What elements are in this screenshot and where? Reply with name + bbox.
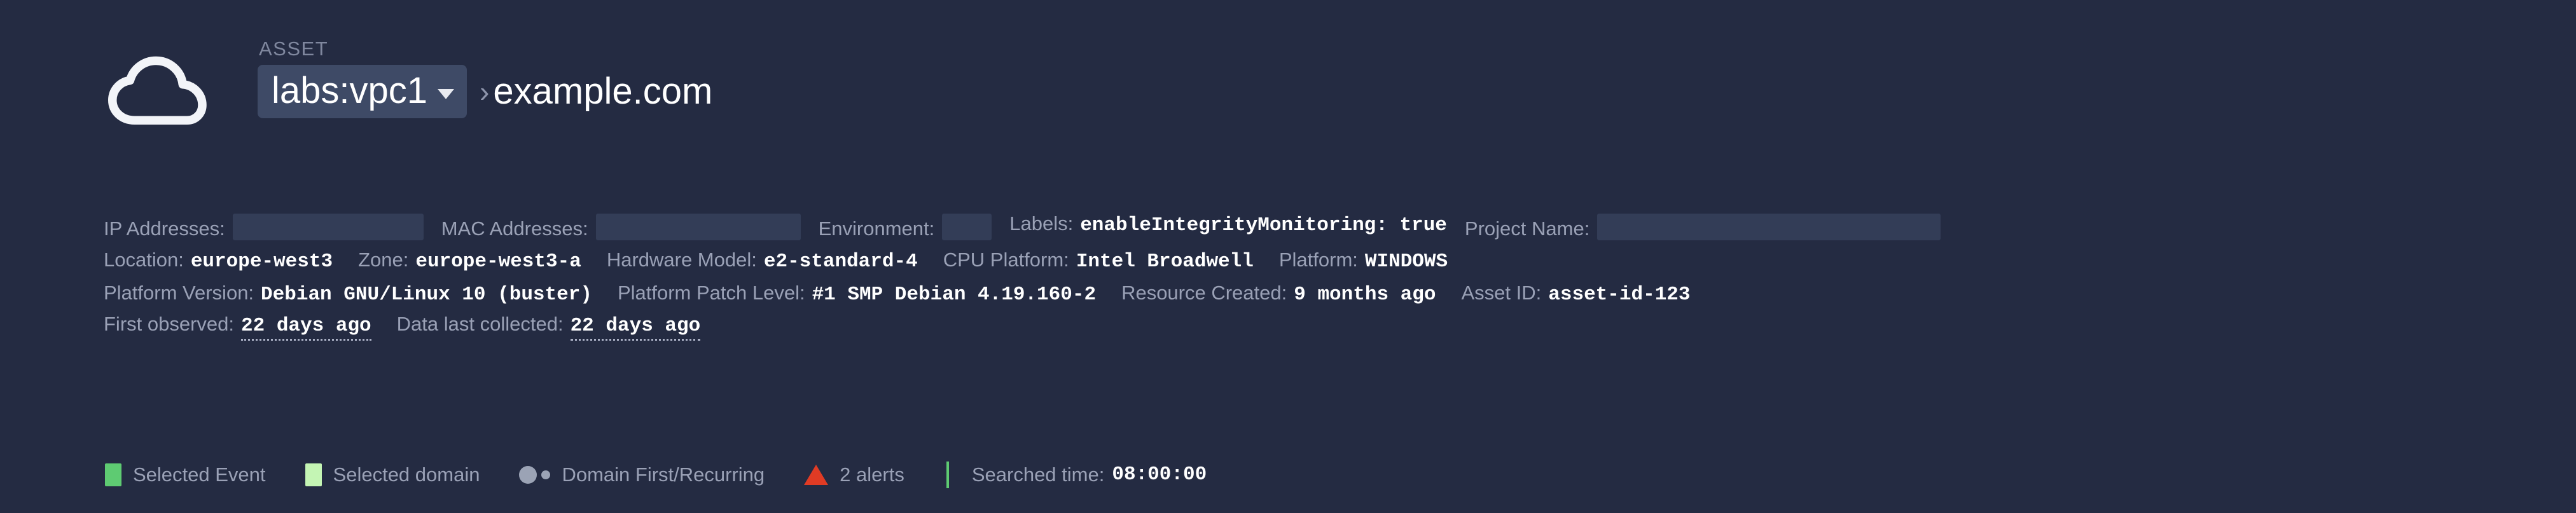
legend-bar: Selected Event Selected domain Domain Fi… [105, 456, 1246, 493]
field-value: e2-standard-4 [763, 250, 918, 273]
legend-label: Selected domain [333, 463, 480, 486]
redacted-value-project-name [1597, 214, 1941, 240]
field-label: Environment: [818, 217, 935, 240]
field-value: asset-id-123 [1548, 283, 1691, 306]
field-label: Location: [104, 248, 184, 271]
metadata-row-3: Platform Version: Debian GNU/Linux 10 (b… [104, 277, 2572, 310]
field-value: 9 months ago [1294, 283, 1436, 306]
field-zone: Zone: europe-west3-a [358, 249, 581, 273]
searched-time-value: 08:00:00 [1112, 463, 1207, 486]
searched-time-label: Searched time: [971, 463, 1105, 486]
field-location: Location: europe-west3 [104, 249, 333, 273]
asset-kicker-label: ASSET [259, 38, 329, 60]
field-label: Platform Version: [104, 281, 254, 304]
field-value: Debian GNU/Linux 10 (buster) [261, 283, 592, 306]
field-value: enableIntegrityMonitoring: true [1080, 214, 1447, 236]
breadcrumb-host: example.com [493, 71, 713, 112]
field-label: CPU Platform: [943, 248, 1069, 271]
field-label: Platform Patch Level: [617, 281, 805, 304]
field-label: Data last collected: [396, 313, 564, 335]
field-value: #1 SMP Debian 4.19.160-2 [812, 283, 1097, 306]
small-dot-icon [541, 470, 551, 479]
legend-label: Selected Event [133, 463, 266, 486]
field-label: Project Name: [1464, 217, 1590, 240]
field-platform: Platform: WINDOWS [1279, 249, 1448, 273]
asset-title-block: ASSET labs:vpc1 › example.com [258, 38, 712, 118]
field-asset-id: Asset ID: asset-id-123 [1462, 282, 1691, 306]
field-environment: Environment: [819, 209, 992, 240]
asset-header: ASSET labs:vpc1 › example.com [0, 0, 2576, 191]
redacted-value-mac-addresses [595, 214, 801, 240]
field-value[interactable]: 22 days ago [570, 315, 701, 341]
field-value[interactable]: 22 days ago [241, 315, 371, 341]
field-ip-addresses: IP Addresses: [104, 209, 424, 240]
field-value: europe-west3 [190, 250, 333, 273]
legend-alerts[interactable]: 2 alerts [804, 463, 904, 486]
large-dot-icon [519, 466, 537, 484]
field-label: Resource Created: [1121, 281, 1287, 304]
alert-triangle-icon [804, 465, 829, 485]
selected-event-swatch-icon [105, 463, 121, 486]
field-project-name: Project Name: [1465, 209, 1941, 240]
field-first-observed: First observed: 22 days ago [104, 313, 371, 341]
selected-domain-swatch-icon [305, 463, 322, 486]
legend-label: 2 alerts [840, 463, 904, 486]
metadata-row-4: First observed: 22 days ago Data last co… [104, 310, 2572, 343]
field-cpu-platform: CPU Platform: Intel Broadwell [943, 249, 1254, 273]
field-mac-addresses: MAC Addresses: [441, 209, 801, 240]
metadata-row-1: IP Addresses: MAC Addresses: Environment… [104, 205, 2572, 244]
field-hardware-model: Hardware Model: e2-standard-4 [607, 249, 918, 273]
scope-dropdown[interactable]: labs:vpc1 [258, 65, 467, 118]
field-resource-created: Resource Created: 9 months ago [1121, 282, 1436, 306]
field-label: Asset ID: [1461, 281, 1542, 304]
scope-dropdown-label: labs:vpc1 [272, 70, 428, 111]
redacted-value-ip-addresses [232, 214, 424, 240]
field-data-last-collected: Data last collected: 22 days ago [397, 313, 701, 341]
field-label: Labels: [1009, 212, 1074, 235]
field-value: europe-west3-a [415, 250, 581, 273]
searched-time: Searched time: 08:00:00 [972, 463, 1207, 486]
field-platform-patch-level: Platform Patch Level: #1 SMP Debian 4.19… [618, 282, 1096, 306]
chevron-down-icon [438, 89, 455, 99]
field-label: Platform: [1278, 248, 1358, 271]
legend-selected-event: Selected Event [105, 463, 266, 486]
cloud-icon [100, 50, 215, 132]
legend-selected-domain: Selected domain [305, 463, 480, 486]
breadcrumb: labs:vpc1 › example.com [258, 65, 712, 118]
field-labels: Labels: enableIntegrityMonitoring: true [1009, 212, 1447, 237]
field-value: WINDOWS [1364, 250, 1448, 273]
field-label: Hardware Model: [606, 248, 757, 271]
redacted-value-environment [942, 214, 992, 240]
metadata-row-2: Location: europe-west3 Zone: europe-west… [104, 244, 2572, 277]
legend-label: Domain First/Recurring [562, 463, 765, 486]
domain-first-recurring-dots-icon [519, 466, 551, 484]
field-value: Intel Broadwell [1076, 250, 1254, 273]
field-label: MAC Addresses: [441, 217, 588, 240]
legend-divider [946, 462, 949, 488]
legend-domain-first-recurring: Domain First/Recurring [519, 463, 765, 486]
field-label: First observed: [104, 313, 235, 335]
breadcrumb-separator: › [480, 75, 490, 108]
field-platform-version: Platform Version: Debian GNU/Linux 10 (b… [104, 282, 592, 306]
field-label: IP Addresses: [104, 217, 225, 240]
field-label: Zone: [358, 248, 409, 271]
asset-metadata: IP Addresses: MAC Addresses: Environment… [104, 205, 2572, 343]
asset-header-page: ASSET labs:vpc1 › example.com IP Address… [0, 0, 2576, 513]
